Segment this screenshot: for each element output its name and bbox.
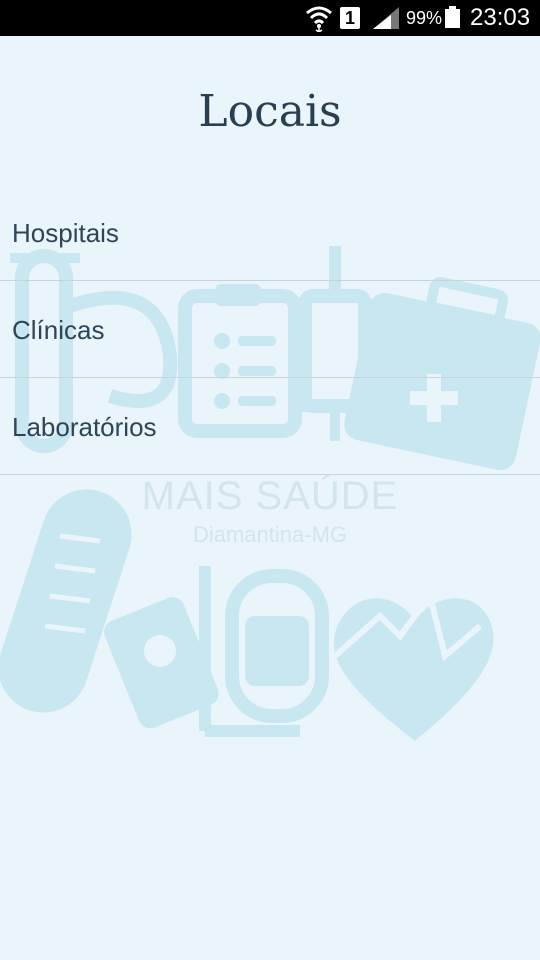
list-item-label: Laboratórios: [12, 412, 157, 442]
signal-icon: [373, 7, 399, 29]
clock: 23:03: [470, 4, 531, 31]
status-bar: 1 99% 23:03: [0, 0, 540, 36]
list-item-clinics[interactable]: Clínicas: [0, 281, 540, 378]
battery-percent: 99%: [406, 8, 443, 28]
list-item-laboratories[interactable]: Laboratórios: [0, 378, 540, 475]
list-item-hospitals[interactable]: Hospitais: [0, 184, 540, 281]
list-item-label: Clínicas: [12, 315, 105, 345]
brand-subtitle: Diamantina-MG: [192, 522, 348, 547]
locations-list: Hospitais Clínicas Laboratórios: [0, 184, 540, 475]
brand-watermark: MAIS SAÚDE: [141, 474, 399, 518]
battery-icon: [445, 6, 460, 28]
page-title: Locais: [198, 86, 342, 137]
wifi-icon: [306, 6, 332, 32]
list-item-label: Hospitais: [12, 218, 119, 248]
sim-icon: 1: [340, 7, 360, 29]
